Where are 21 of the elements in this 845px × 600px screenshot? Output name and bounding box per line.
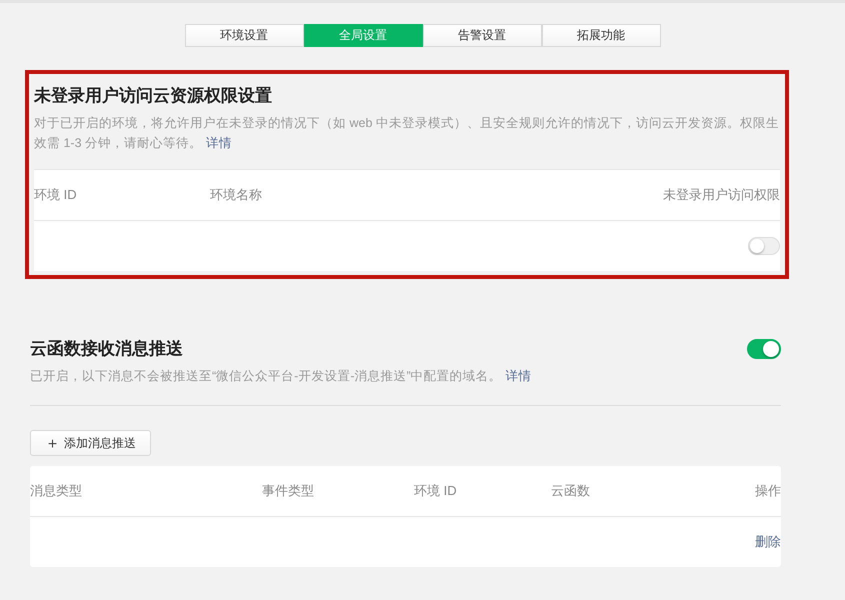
column-header: 环境 ID [34, 186, 78, 204]
tab[interactable]: 环境设置 [184, 24, 304, 47]
column-header: 未登录用户访问权限 [663, 186, 780, 204]
tab[interactable]: 告警设置 [422, 24, 542, 47]
column-header: 事件类型 [262, 482, 315, 500]
section-title: 云函数接收消息推送 [30, 338, 183, 360]
add-push-button[interactable]: ＋ 添加消息推送 [30, 430, 151, 456]
column-header: 环境名称 [210, 186, 263, 204]
details-link[interactable]: 详情 [206, 136, 232, 150]
push-toggle[interactable] [747, 338, 781, 358]
column-header: 操作 [755, 482, 781, 500]
column-header: 环境 ID [414, 482, 458, 500]
delete-link[interactable]: 删除 [755, 533, 781, 551]
access-toggle[interactable] [748, 237, 780, 255]
column-header: 云函数 [551, 482, 591, 500]
column-header: 消息类型 [30, 482, 83, 500]
tab[interactable]: 拓展功能 [542, 24, 660, 47]
section-description: 已开启，以下消息不会被推送至“微信公众平台-开发设置-消息推送”中配置的域名。 详情 [30, 368, 533, 385]
section-title: 未登录用户访问云资源权限设置 [34, 85, 273, 107]
section-description: 对于已开启的环境，将允许用户在未登录的情况下（如 web 中未登录模式）、且安全规则允许的情况下，访问云开发资源。权限生效需 1-3 分钟，请耐心等待。 详情 [34, 115, 780, 152]
details-link[interactable]: 详情 [506, 369, 532, 383]
